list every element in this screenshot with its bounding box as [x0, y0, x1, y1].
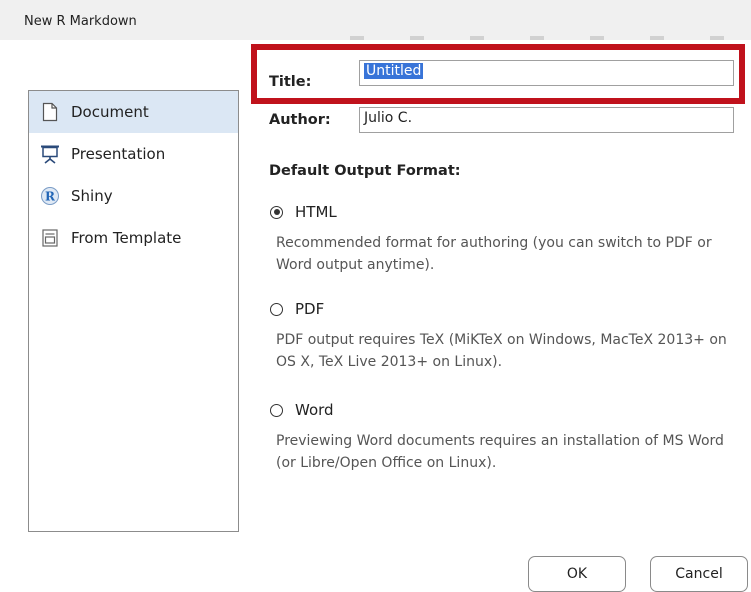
radio-pdf-label: PDF	[295, 300, 325, 318]
radio-html-indicator	[270, 205, 283, 219]
radio-pdf-indicator	[270, 302, 283, 316]
pdf-description: PDF output requires TeX (MiKTeX on Windo…	[276, 332, 727, 370]
sidebar-item-label: Document	[71, 103, 149, 121]
html-description: Recommended format for authoring (you ca…	[276, 235, 712, 273]
document-icon	[39, 101, 61, 123]
sidebar-item-shiny[interactable]: R Shiny	[29, 175, 238, 217]
sidebar-item-document[interactable]: Document	[29, 91, 238, 133]
radio-html-label: HTML	[295, 203, 337, 221]
sidebar-item-presentation[interactable]: Presentation	[29, 133, 238, 175]
presentation-icon	[39, 143, 61, 165]
window-title: New R Markdown	[24, 14, 137, 29]
svg-text:R: R	[45, 190, 56, 204]
author-input[interactable]: Julio C.	[359, 107, 734, 133]
radio-word-indicator	[270, 403, 283, 417]
title-highlight-box	[251, 44, 745, 104]
sidebar-item-from-template[interactable]: From Template	[29, 217, 238, 259]
sidebar-item-label: From Template	[71, 229, 182, 247]
sidebar-item-label: Shiny	[71, 187, 113, 205]
title-bar: New R Markdown	[0, 0, 751, 42]
ok-button[interactable]: OK	[528, 556, 626, 592]
author-label: Author:	[269, 112, 331, 128]
word-description: Previewing Word documents requires an in…	[276, 433, 724, 471]
format-type-sidebar: Document Presentation R Shiny From Templ…	[28, 90, 239, 532]
radio-pdf[interactable]: PDF	[270, 300, 324, 318]
shiny-r-icon: R	[39, 185, 61, 207]
cancel-button[interactable]: Cancel	[650, 556, 748, 592]
output-format-heading: Default Output Format:	[269, 163, 461, 179]
radio-html[interactable]: HTML	[270, 203, 337, 221]
sidebar-item-label: Presentation	[71, 145, 166, 163]
radio-word[interactable]: Word	[270, 401, 334, 419]
template-icon	[39, 227, 61, 249]
radio-word-label: Word	[295, 401, 334, 419]
author-input-value: Julio C.	[364, 110, 413, 126]
